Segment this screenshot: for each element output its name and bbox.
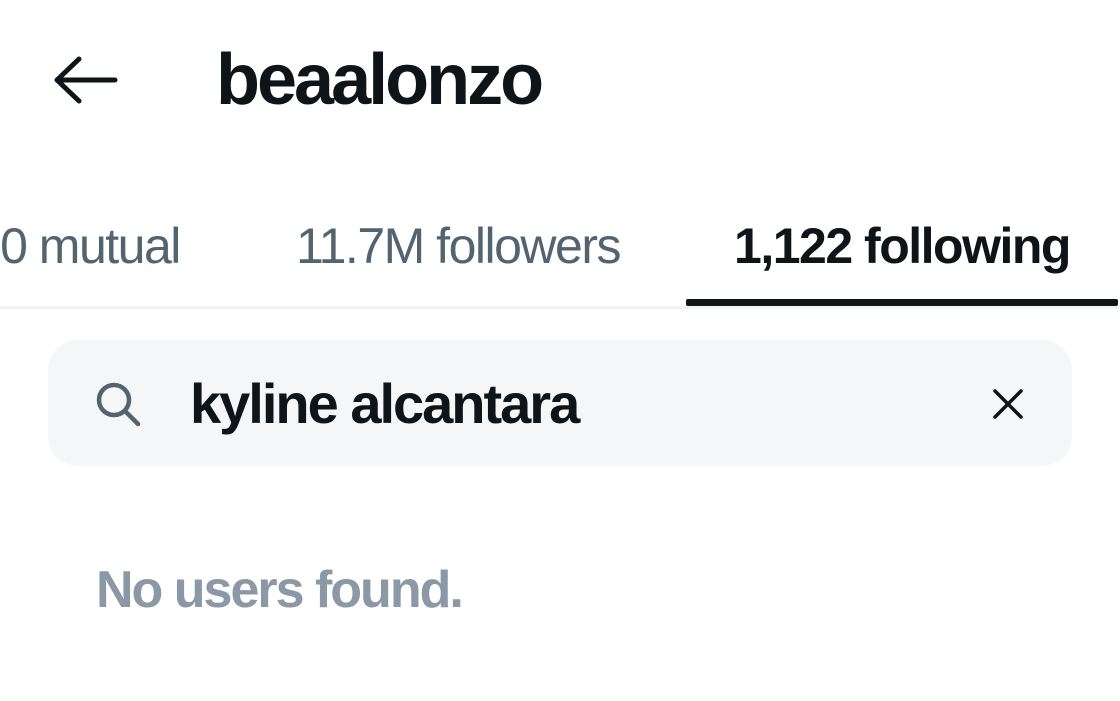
arrow-left-icon: [54, 56, 118, 104]
top-bar: beaalonzo: [0, 0, 1120, 160]
relationship-tabs: 0 mutual 11.7M followers 1,122 following: [0, 186, 1120, 309]
tab-followers[interactable]: 11.7M followers: [248, 186, 668, 306]
search-input[interactable]: [190, 355, 950, 451]
tab-following[interactable]: 1,122 following: [686, 186, 1118, 306]
back-button[interactable]: [44, 48, 124, 112]
close-icon: [993, 389, 1023, 419]
search-icon: [96, 382, 141, 427]
active-tab-indicator: [686, 299, 1118, 306]
no-results-message: No users found.: [96, 561, 464, 619]
tab-mutual[interactable]: 0 mutual: [0, 186, 220, 306]
profile-username: beaalonzo: [216, 40, 544, 120]
clear-search-button[interactable]: [980, 376, 1036, 432]
